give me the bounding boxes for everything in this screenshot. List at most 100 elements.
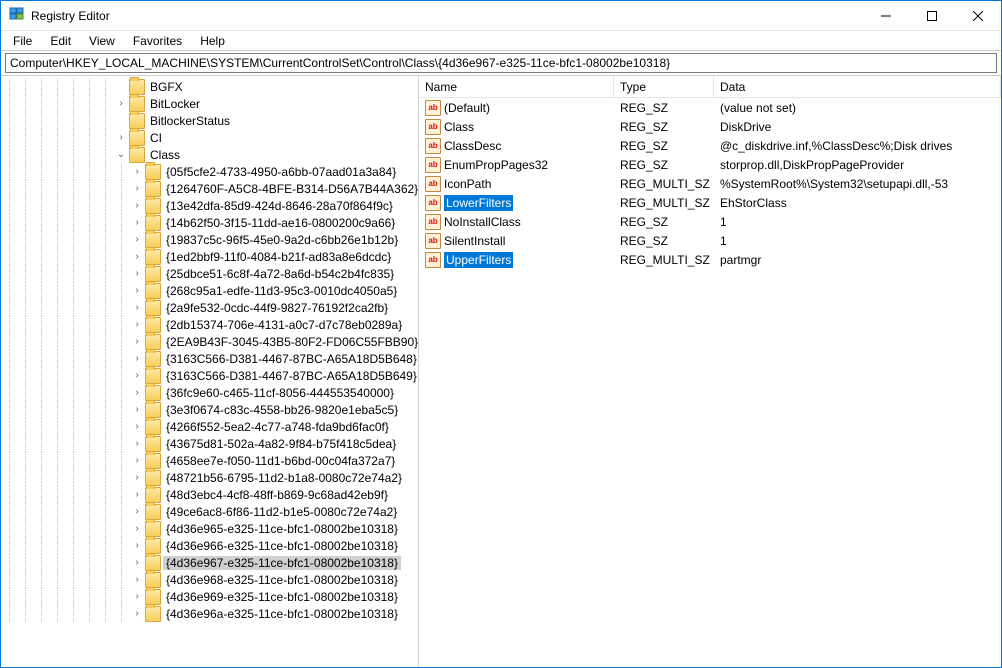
tree-item[interactable]: ›{48d3ebc4-4cf8-48ff-b869-9c68ad42eb9f} (1, 486, 418, 503)
tree-item[interactable]: ›{4266f552-5ea2-4c77-a748-fda9bd6fac0f} (1, 418, 418, 435)
value-row[interactable]: EnumPropPages32 REG_SZ storprop.dll,Disk… (419, 155, 1001, 174)
expand-toggle-icon[interactable]: › (129, 438, 145, 449)
menu-help[interactable]: Help (192, 33, 233, 49)
tree-item[interactable]: › {19837c5c-96f5-45e0-9a2d-c6bb26e1b12b} (1, 231, 418, 248)
tree-item-label: {19837c5c-96f5-45e0-9a2d-c6bb26e1b12b} (163, 233, 401, 247)
expand-toggle-icon[interactable]: › (113, 98, 129, 109)
column-header-data[interactable]: Data (714, 76, 1001, 97)
value-row[interactable]: SilentInstall REG_SZ 1 (419, 231, 1001, 250)
tree-item[interactable]: › {4d36e968-e325-11ce-bfc1-08002be10318} (1, 571, 418, 588)
tree-item[interactable]: ›{2a9fe532-0cdc-44f9-9827-76192f2ca2fb} (1, 299, 418, 316)
tree-item[interactable]: ›CI (1, 129, 418, 146)
expand-toggle-icon[interactable]: › (129, 387, 145, 398)
expand-toggle-icon[interactable]: › (129, 540, 145, 551)
folder-icon (145, 572, 161, 588)
menu-favorites[interactable]: Favorites (125, 33, 190, 49)
string-value-icon (425, 138, 441, 154)
tree-item[interactable]: ›{14b62f50-3f15-11dd-ae16-0800200c9a66} (1, 214, 418, 231)
menu-file[interactable]: File (5, 33, 40, 49)
value-row[interactable]: NoInstallClass REG_SZ 1 (419, 212, 1001, 231)
expand-toggle-icon[interactable]: › (129, 489, 145, 500)
tree-item[interactable]: ›{05f5cfe2-4733-4950-a6bb-07aad01a3a84} (1, 163, 418, 180)
tree-item[interactable]: › {4d36e965-e325-11ce-bfc1-08002be10318} (1, 520, 418, 537)
menu-bar: File Edit View Favorites Help (1, 31, 1001, 51)
expand-toggle-icon[interactable]: › (129, 251, 145, 262)
tree-item[interactable]: ›{4d36e966-e325-11ce-bfc1-08002be10318} (1, 537, 418, 554)
expand-toggle-icon[interactable]: › (129, 574, 145, 585)
expand-toggle-icon[interactable]: › (129, 557, 145, 568)
tree-item[interactable]: ›{36fc9e60-c465-11cf-8056-444553540000} (1, 384, 418, 401)
tree-item[interactable]: ›{49ce6ac8-6f86-11d2-b1e5-0080c72e74a2} (1, 503, 418, 520)
expand-toggle-icon[interactable]: › (129, 608, 145, 619)
tree-item[interactable]: ›{3163C566-D381-4467-87BC-A65A18D5B649} (1, 367, 418, 384)
expand-toggle-icon[interactable]: › (113, 132, 129, 143)
minimize-button[interactable] (863, 1, 909, 30)
column-header-type[interactable]: Type (614, 76, 714, 97)
folder-icon (145, 334, 161, 350)
expand-toggle-icon[interactable]: › (129, 472, 145, 483)
tree-item[interactable]: ›{2db15374-706e-4131-a0c7-d7c78eb0289a} (1, 316, 418, 333)
expand-toggle-icon[interactable]: ⌄ (113, 149, 129, 160)
tree-pane[interactable]: BGFX›BitLockerBitlockerStatus›CI⌄Class›{… (1, 76, 419, 667)
value-name: (Default) (444, 101, 490, 115)
tree-item[interactable]: ›{4d36e969-e325-11ce-bfc1-08002be10318} (1, 588, 418, 605)
close-button[interactable] (955, 1, 1001, 30)
tree-item[interactable]: ⌄Class (1, 146, 418, 163)
expand-toggle-icon[interactable]: › (129, 455, 145, 466)
menu-view[interactable]: View (81, 33, 123, 49)
tree-item[interactable]: BitlockerStatus (1, 112, 418, 129)
values-pane[interactable]: Name Type Data (Default) REG_SZ (value n… (419, 76, 1001, 667)
value-row[interactable]: IconPath REG_MULTI_SZ %SystemRoot%\Syste… (419, 174, 1001, 193)
tree-item[interactable]: ›{3163C566-D381-4467-87BC-A65A18D5B648} (1, 350, 418, 367)
tree-item[interactable]: ›{13e42dfa-85d9-424d-8646-28a70f864f9c} (1, 197, 418, 214)
folder-icon (145, 453, 161, 469)
tree-item[interactable]: ›{4d36e96a-e325-11ce-bfc1-08002be10318} (1, 605, 418, 622)
tree-item-label: BitlockerStatus (147, 114, 233, 128)
tree-item[interactable]: ›{4658ee7e-f050-11d1-b6bd-00c04fa372a7} (1, 452, 418, 469)
tree-item-label: {4d36e968-e325-11ce-bfc1-08002be10318} (163, 573, 401, 587)
string-value-icon (425, 100, 441, 116)
tree-item[interactable]: ›{48721b56-6795-11d2-b1a8-0080c72e74a2} (1, 469, 418, 486)
expand-toggle-icon[interactable]: › (129, 421, 145, 432)
expand-toggle-icon[interactable]: › (129, 370, 145, 381)
expand-toggle-icon[interactable]: › (129, 506, 145, 517)
value-type: REG_SZ (614, 101, 714, 115)
expand-toggle-icon[interactable]: › (129, 404, 145, 415)
tree-item[interactable]: ›{4d36e967-e325-11ce-bfc1-08002be10318} (1, 554, 418, 571)
tree-item[interactable]: ›{1264760F-A5C8-4BFE-B314-D56A7B44A362} (1, 180, 418, 197)
expand-toggle-icon[interactable]: › (129, 336, 145, 347)
maximize-button[interactable] (909, 1, 955, 30)
tree-item[interactable]: ›{1ed2bbf9-11f0-4084-b21f-ad83a8e6dcdc} (1, 248, 418, 265)
expand-toggle-icon[interactable]: › (129, 183, 145, 194)
tree-item[interactable]: ›{2EA9B43F-3045-43B5-80F2-FD06C55FBB90} (1, 333, 418, 350)
menu-edit[interactable]: Edit (42, 33, 79, 49)
expand-toggle-icon[interactable]: › (129, 523, 145, 534)
expand-toggle-icon[interactable]: › (129, 302, 145, 313)
value-row[interactable]: Class REG_SZ DiskDrive (419, 117, 1001, 136)
value-row[interactable]: LowerFilters REG_MULTI_SZ EhStorClass (419, 193, 1001, 212)
folder-icon (145, 402, 161, 418)
expand-toggle-icon[interactable]: › (129, 217, 145, 228)
value-row[interactable]: ClassDesc REG_SZ @c_diskdrive.inf,%Class… (419, 136, 1001, 155)
value-row[interactable]: (Default) REG_SZ (value not set) (419, 98, 1001, 117)
tree-item[interactable]: BGFX (1, 78, 418, 95)
address-bar[interactable]: Computer\HKEY_LOCAL_MACHINE\SYSTEM\Curre… (5, 53, 997, 73)
tree-item[interactable]: ›{43675d81-502a-4a82-9f84-b75f418c5dea} (1, 435, 418, 452)
tree-item[interactable]: ›BitLocker (1, 95, 418, 112)
expand-toggle-icon[interactable]: › (129, 285, 145, 296)
column-header-name[interactable]: Name (419, 76, 614, 97)
value-row[interactable]: UpperFilters REG_MULTI_SZ partmgr (419, 250, 1001, 269)
window-title: Registry Editor (31, 9, 863, 23)
tree-item[interactable]: ›{3e3f0674-c83c-4558-bb26-9820e1eba5c5} (1, 401, 418, 418)
expand-toggle-icon[interactable]: › (129, 591, 145, 602)
tree-item[interactable]: ›{25dbce51-6c8f-4a72-8a6d-b54c2b4fc835} (1, 265, 418, 282)
folder-icon (145, 300, 161, 316)
expand-toggle-icon[interactable]: › (129, 319, 145, 330)
expand-toggle-icon[interactable]: › (129, 200, 145, 211)
expand-toggle-icon[interactable]: › (129, 234, 145, 245)
expand-toggle-icon[interactable]: › (129, 166, 145, 177)
expand-toggle-icon[interactable]: › (129, 268, 145, 279)
expand-toggle-icon[interactable]: › (129, 353, 145, 364)
tree-item[interactable]: ›{268c95a1-edfe-11d3-95c3-0010dc4050a5} (1, 282, 418, 299)
tree-item-label: {4d36e965-e325-11ce-bfc1-08002be10318} (163, 522, 401, 536)
